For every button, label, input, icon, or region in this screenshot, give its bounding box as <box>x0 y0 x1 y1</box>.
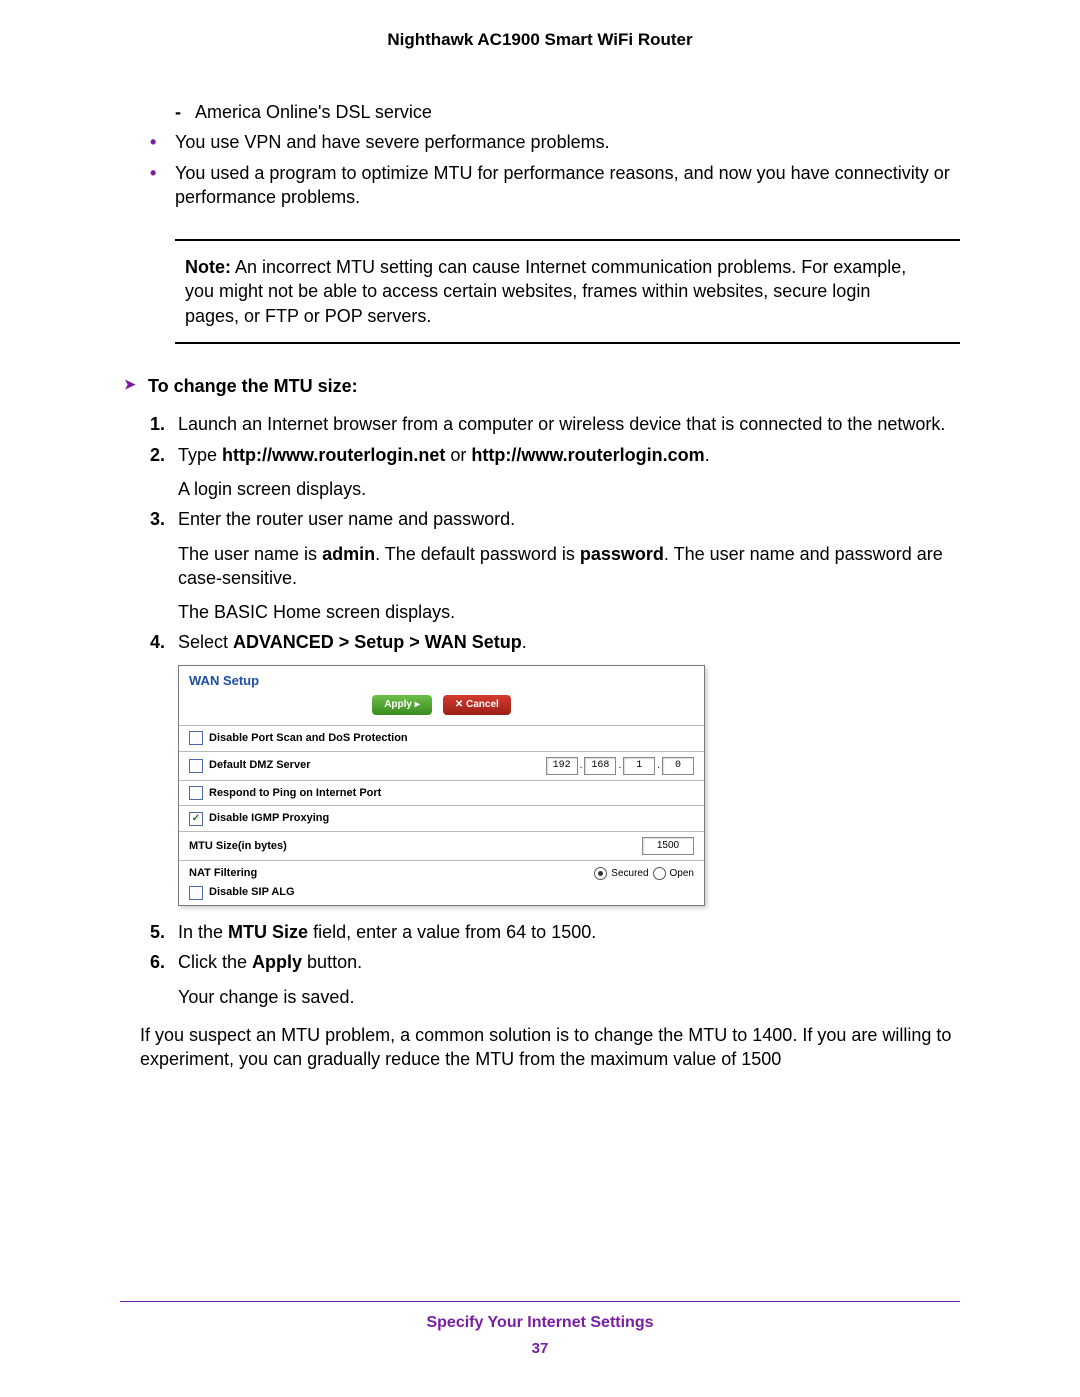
step-6: 6. Click the Apply button. Your change i… <box>150 950 960 1009</box>
procedure-heading: To change the MTU size: <box>120 374 960 398</box>
footer-page-number: 37 <box>120 1340 960 1357</box>
step-sub: A login screen displays. <box>178 477 960 501</box>
page-footer: Specify Your Internet Settings 37 <box>0 1301 1080 1357</box>
step-number: 4. <box>150 630 165 654</box>
step-text: Select ADVANCED > Setup > WAN Setup. <box>178 630 960 654</box>
step-text: In the MTU Size field, enter a value fro… <box>178 920 960 944</box>
row-dmz: Default DMZ Server 192. 168. 1. 0 <box>179 751 704 780</box>
step-text: Type http://www.routerlogin.net or http:… <box>178 443 960 467</box>
checkbox-checked[interactable]: ✓ <box>189 812 203 826</box>
radio-open[interactable] <box>653 867 666 880</box>
step-number: 2. <box>150 443 165 467</box>
step-1: 1. Launch an Internet browser from a com… <box>150 412 960 436</box>
step-number: 3. <box>150 507 165 531</box>
page-header: Nighthawk AC1900 Smart WiFi Router <box>120 30 960 50</box>
ip-octet-1[interactable]: 192 <box>546 757 578 775</box>
note-body: An incorrect MTU setting can cause Inter… <box>185 257 906 326</box>
row-port-scan: Disable Port Scan and DoS Protection <box>179 725 704 751</box>
step-sub: The user name is admin. The default pass… <box>178 542 960 591</box>
step-number: 5. <box>150 920 165 944</box>
step-sub: The BASIC Home screen displays. <box>178 600 960 624</box>
step-sub: Your change is saved. <box>178 985 960 1009</box>
nat-options: Secured Open <box>594 867 694 881</box>
row-mtu: MTU Size(in bytes) 1500 <box>179 831 704 860</box>
checkbox[interactable] <box>189 731 203 745</box>
row-igmp: ✓ Disable IGMP Proxying <box>179 805 704 831</box>
step-text: Enter the router user name and password. <box>178 507 960 531</box>
bullet-vpn: You use VPN and have severe performance … <box>150 130 960 154</box>
checkbox[interactable] <box>189 786 203 800</box>
step-text: Click the Apply button. <box>178 950 960 974</box>
note-box: Note: An incorrect MTU setting can cause… <box>175 239 960 344</box>
step-3: 3. Enter the router user name and passwo… <box>150 507 960 624</box>
row-label: Default DMZ Server <box>209 758 310 773</box>
note-text: Note: An incorrect MTU setting can cause… <box>175 255 960 328</box>
apply-button[interactable]: Apply ▸ <box>372 695 432 715</box>
ip-input-group: 192. 168. 1. 0 <box>546 757 694 775</box>
step-4: 4. Select ADVANCED > Setup > WAN Setup. <box>150 630 960 654</box>
row-label: MTU Size(in bytes) <box>189 839 287 854</box>
sub-bullet: America Online's DSL service <box>175 100 960 124</box>
row-label: Respond to Ping on Internet Port <box>209 786 381 801</box>
radio-secured[interactable] <box>594 867 607 880</box>
ip-octet-4[interactable]: 0 <box>662 757 694 775</box>
checkbox[interactable] <box>189 759 203 773</box>
mtu-input[interactable]: 1500 <box>642 837 694 855</box>
step-text: Launch an Internet browser from a comput… <box>178 412 960 436</box>
ip-octet-3[interactable]: 1 <box>623 757 655 775</box>
bullet-optimize: You used a program to optimize MTU for p… <box>150 161 960 210</box>
checkbox[interactable] <box>189 886 203 900</box>
panel-title: WAN Setup <box>179 666 704 692</box>
step-number: 1. <box>150 412 165 436</box>
wan-setup-screenshot: WAN Setup Apply ▸ ✕ Cancel Disable Port … <box>178 665 705 906</box>
row-label: Disable SIP ALG <box>209 885 295 900</box>
document-page: Nighthawk AC1900 Smart WiFi Router Ameri… <box>0 0 1080 1397</box>
step-2: 2. Type http://www.routerlogin.net or ht… <box>150 443 960 502</box>
row-label: Disable Port Scan and DoS Protection <box>209 731 408 746</box>
cancel-button[interactable]: ✕ Cancel <box>443 695 511 715</box>
row-label: NAT Filtering <box>189 866 257 881</box>
panel-buttons: Apply ▸ ✕ Cancel <box>179 691 704 725</box>
closing-paragraph: If you suspect an MTU problem, a common … <box>140 1023 960 1072</box>
page-content: America Online's DSL service You use VPN… <box>120 100 960 1072</box>
row-ping: Respond to Ping on Internet Port <box>179 780 704 806</box>
note-label: Note: <box>185 257 231 277</box>
step-number: 6. <box>150 950 165 974</box>
row-label: Disable IGMP Proxying <box>209 811 329 826</box>
ip-octet-2[interactable]: 168 <box>584 757 616 775</box>
step-5: 5. In the MTU Size field, enter a value … <box>150 920 960 944</box>
row-nat: NAT Filtering Secured Open Disable SIP A… <box>179 860 704 905</box>
footer-section: Specify Your Internet Settings <box>120 1314 960 1332</box>
